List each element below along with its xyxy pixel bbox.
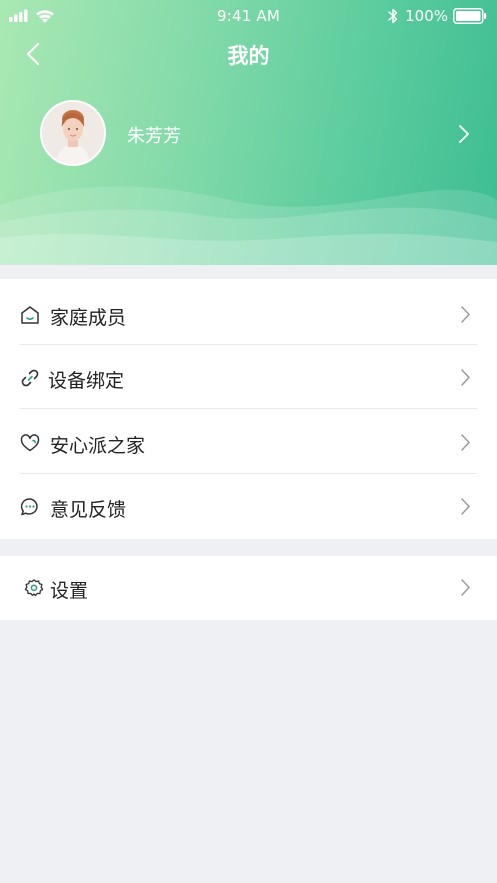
gear-icon: [24, 579, 44, 597]
menu-item-family-members[interactable]: 家庭成员: [0, 283, 497, 347]
divider: [20, 473, 477, 474]
profile-row[interactable]: 朱芳芳: [40, 100, 480, 166]
avatar[interactable]: [40, 100, 106, 166]
menu-item-label: 家庭成员: [50, 307, 127, 329]
heart-icon: [20, 434, 40, 452]
menu-item-device-binding[interactable]: 设备绑定: [0, 346, 497, 410]
menu-item-label: 安心派之家: [50, 435, 146, 457]
menu-item-settings[interactable]: 设置: [0, 556, 497, 620]
chevron-right-icon: [461, 579, 470, 596]
battery-icon: [453, 8, 487, 24]
menu-item-anxinpai-home[interactable]: 安心派之家: [0, 411, 497, 475]
status-bar: 9:41 AM 100%: [0, 0, 497, 32]
settings-card: 设置: [0, 556, 497, 620]
home-icon: [21, 306, 39, 324]
link-icon: [21, 369, 39, 387]
chevron-right-icon: [461, 306, 470, 323]
status-right: 100%: [387, 5, 487, 27]
menu-item-feedback[interactable]: 意见反馈: [0, 475, 497, 539]
bluetooth-icon: [388, 8, 398, 24]
chevron-right-icon: [461, 369, 470, 386]
battery-percentage: 100%: [405, 7, 448, 25]
divider: [20, 408, 477, 409]
menu-item-label: 设备绑定: [48, 370, 125, 392]
chat-bubble-icon: [20, 498, 38, 516]
user-name: 朱芳芳: [127, 126, 181, 147]
avatar-portrait: [42, 102, 104, 164]
menu-item-label: 意见反馈: [50, 499, 127, 521]
chevron-right-icon: [461, 498, 470, 515]
menu-item-label: 设置: [50, 580, 89, 602]
menu-card: 家庭成员 设备绑定 安心派之家 意见反馈: [0, 279, 497, 539]
chevron-right-icon: [459, 125, 469, 143]
profile-header: 9:41 AM 100% 我的 朱芳芳: [0, 0, 497, 265]
page-title: 我的: [227, 44, 270, 68]
chevron-right-icon: [461, 434, 470, 451]
divider: [20, 344, 477, 345]
